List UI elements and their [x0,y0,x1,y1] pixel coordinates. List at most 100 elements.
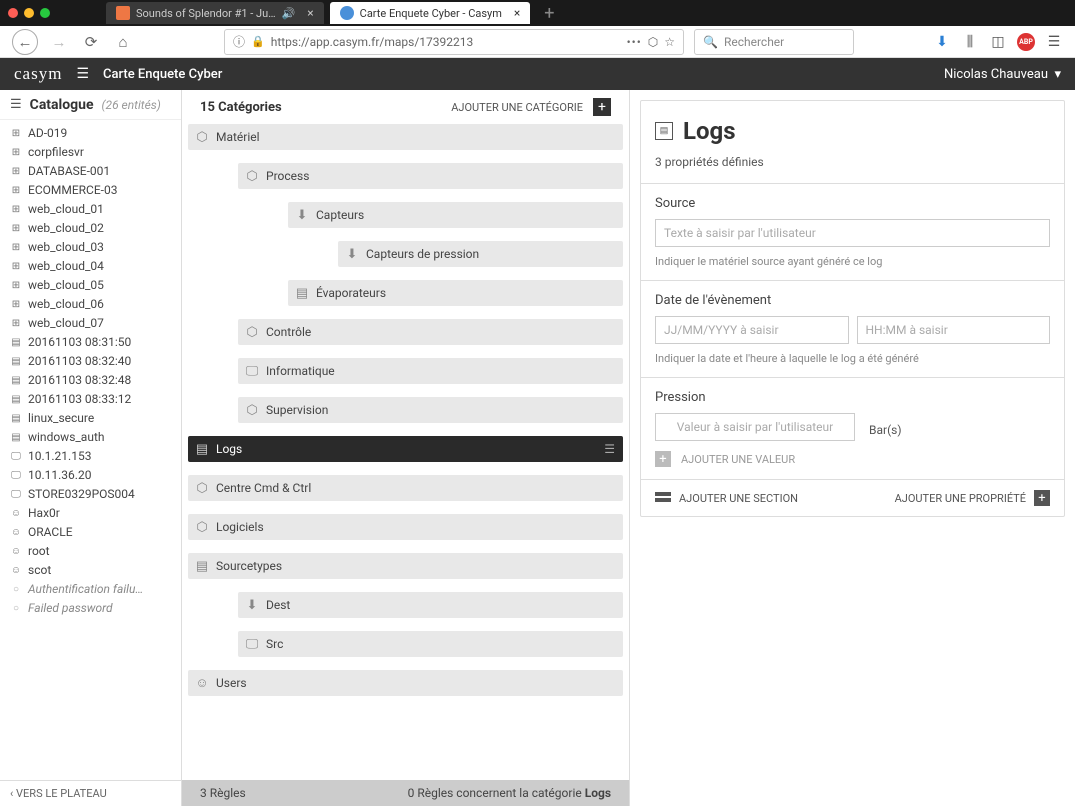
sidebar-item[interactable]: ○Authentification failu… [0,580,181,599]
date-input[interactable] [655,316,849,344]
sidebar-item[interactable]: 🖵10.11.36.20 [0,466,181,485]
add-category-label[interactable]: AJOUTER UNE CATÉGORIE [451,101,583,114]
category-row[interactable]: ☺Users [188,670,623,696]
sidebar-item-label: web_cloud_03 [28,239,104,256]
category-row[interactable]: ⬡Logiciels [188,514,623,540]
close-window-icon[interactable] [8,8,18,18]
back-button[interactable]: ← [12,29,38,55]
sidebar-item[interactable]: ⊞ECOMMERCE-03 [0,181,181,200]
category-row[interactable]: ⬇Capteurs de pression [338,241,623,267]
sidebar-item[interactable]: ▤20161103 08:31:50 [0,333,181,352]
sidebar-item[interactable]: ⊞DATABASE-001 [0,162,181,181]
category-row[interactable]: ▤Logs☰ [188,436,623,462]
category-row[interactable]: ▤Sourcetypes [188,553,623,579]
adblock-icon[interactable]: ABP [1017,33,1035,51]
browser-tab-strip: Sounds of Splendor #1 - Ju… 🔊 × Carte En… [0,0,1075,26]
category-row[interactable]: ⬡Supervision [238,397,623,423]
sidebar-item[interactable]: ▤linux_secure [0,409,181,428]
pression-input[interactable] [655,413,855,441]
file-icon: ▤ [10,429,22,446]
sidebar-item-label: DATABASE-001 [28,163,110,180]
downloads-icon[interactable]: ⬇ [933,33,951,51]
reload-button[interactable]: ⟳ [80,31,102,53]
plus-icon: ⊞ [10,296,22,313]
sidebar-item[interactable]: ⊞web_cloud_06 [0,295,181,314]
sidebar-icon[interactable]: ◫ [989,33,1007,51]
sidebar-item[interactable]: ▤20161103 08:32:48 [0,371,181,390]
category-row[interactable]: ⬇Capteurs [288,202,623,228]
window-controls [8,8,50,18]
sidebar-item[interactable]: ⊞web_cloud_03 [0,238,181,257]
sidebar-item[interactable]: ☺ORACLE [0,523,181,542]
browser-tab-active[interactable]: Carte Enquete Cyber - Casym × [330,2,531,24]
sidebar-footer-link[interactable]: ‹ VERS LE PLATEAU [0,780,181,806]
favicon-icon [116,6,130,20]
sidebar-item[interactable]: ☺scot [0,561,181,580]
forward-button[interactable]: → [48,31,70,53]
sidebar-toggle-icon[interactable]: ☰ [10,97,22,112]
sidebar-item[interactable]: ⊞web_cloud_07 [0,314,181,333]
category-row[interactable]: ⬡Contrôle [238,319,623,345]
sidebar-item-label: web_cloud_01 [28,201,104,218]
browser-tab[interactable]: Sounds of Splendor #1 - Ju… 🔊 × [106,2,324,24]
audio-icon[interactable]: 🔊 [282,7,296,20]
sidebar-item[interactable]: 🖵10.1.21.153 [0,447,181,466]
logs-icon: ▤ [655,122,673,140]
user-icon: ☺ [188,675,216,691]
add-property-button[interactable]: AJOUTER UNE PROPRIÉTÉ [895,492,1026,505]
sidebar-item[interactable]: ⊞web_cloud_04 [0,257,181,276]
sidebar-item[interactable]: ○Failed password [0,599,181,618]
sidebar-item-label: web_cloud_07 [28,315,104,332]
sidebar-item[interactable]: ⊞AD-019 [0,124,181,143]
page-actions-icon[interactable]: ••• [627,35,642,49]
breadcrumb[interactable]: Carte Enquete Cyber [103,67,222,82]
sidebar-item[interactable]: ⊞web_cloud_01 [0,200,181,219]
bookmark-icon[interactable]: ☆ [664,35,675,49]
time-input[interactable] [857,316,1051,344]
sidebar-item[interactable]: ☺root [0,542,181,561]
add-property-plus-icon[interactable]: + [1034,490,1050,506]
sidebar-item[interactable]: ▤windows_auth [0,428,181,447]
section-source: Source Indiquer le matériel source ayant… [641,183,1064,280]
sidebar-item[interactable]: ▤20161103 08:33:12 [0,390,181,409]
menu-icon[interactable]: ☰ [1045,33,1063,51]
category-row[interactable]: ⬡Matériel [188,124,623,150]
add-section-button[interactable]: AJOUTER UNE SECTION [679,492,798,505]
address-bar[interactable]: ⓘ 🔒 https://app.casym.fr/maps/17392213 •… [224,29,684,55]
sidebar-item[interactable]: ⊞web_cloud_02 [0,219,181,238]
category-row[interactable]: ⬇Dest [238,592,623,618]
nav-menu-icon[interactable]: ☰ [76,66,89,82]
maximize-window-icon[interactable] [40,8,50,18]
pocket-icon[interactable]: ⬡ [648,35,658,49]
logo[interactable]: casym [14,64,62,84]
sidebar-item-label: root [28,543,50,560]
library-icon[interactable]: ⫼ [961,33,979,51]
row-menu-icon[interactable]: ☰ [604,442,615,456]
event-icon: ○ [10,600,22,617]
add-value-button[interactable]: + AJOUTER UNE VALEUR [655,451,1050,467]
in-icon: ⬇ [238,598,266,613]
sidebar-item[interactable]: 🖵STORE0329POS004 [0,485,181,504]
user-menu[interactable]: Nicolas Chauveau ▾ [944,67,1061,82]
rules-count: 3 Règles [200,786,246,800]
new-tab-button[interactable]: + [536,3,562,24]
add-category-button[interactable]: + [593,98,611,116]
search-box[interactable]: 🔍 Rechercher [694,29,854,55]
category-row[interactable]: ⬡Centre Cmd & Ctrl [188,475,623,501]
sidebar-item-label: web_cloud_04 [28,258,104,275]
category-row[interactable]: ▤Évaporateurs [288,280,623,306]
sidebar-item[interactable]: ⊞web_cloud_05 [0,276,181,295]
category-row[interactable]: ⬡Process [238,163,623,189]
sidebar-item[interactable]: ▤20161103 08:32:40 [0,352,181,371]
category-row[interactable]: 🖵Src [238,631,623,657]
close-tab-icon[interactable]: × [514,6,520,20]
info-icon[interactable]: ⓘ [233,33,245,50]
category-row[interactable]: 🖵Informatique [238,358,623,384]
minimize-window-icon[interactable] [24,8,34,18]
source-input[interactable] [655,219,1050,247]
sidebar-item[interactable]: ☺Hax0r [0,504,181,523]
categories-header: 15 Catégories AJOUTER UNE CATÉGORIE + [182,90,629,124]
home-button[interactable]: ⌂ [112,31,134,53]
close-tab-icon[interactable]: × [307,6,313,20]
sidebar-item[interactable]: ⊞corpfilesvr [0,143,181,162]
